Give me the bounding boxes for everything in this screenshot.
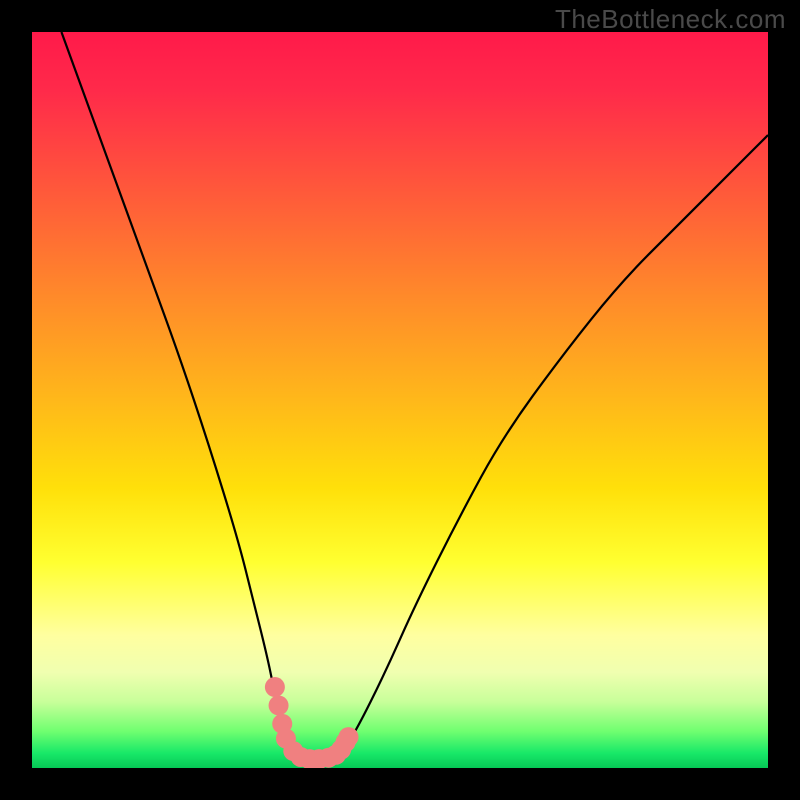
marker-dot — [338, 727, 358, 747]
marker-dot — [265, 677, 285, 697]
marker-dot — [269, 695, 289, 715]
right-curve-path — [341, 135, 768, 753]
highlight-markers — [265, 677, 359, 768]
left-curve-path — [61, 32, 297, 753]
watermark-text: TheBottleneck.com — [555, 4, 786, 35]
plot-area — [32, 32, 768, 768]
curve-group — [61, 32, 768, 761]
curve-layer — [32, 32, 768, 768]
chart-frame: TheBottleneck.com — [0, 0, 800, 800]
